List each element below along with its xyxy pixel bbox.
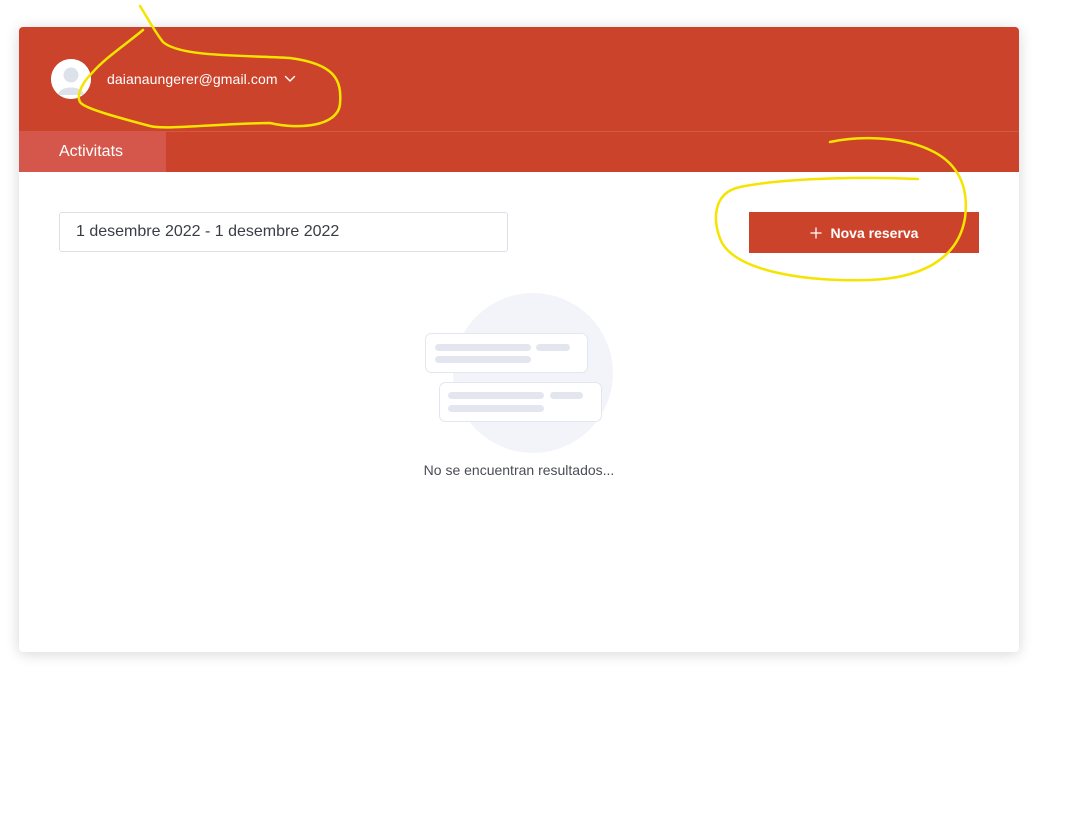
date-range-picker[interactable]: 1 desembre 2022 - 1 desembre 2022 bbox=[59, 212, 508, 252]
user-email: daianaungerer@gmail.com bbox=[107, 71, 278, 87]
new-booking-label: Nova reserva bbox=[830, 224, 919, 241]
tab-activitats[interactable]: Activitats bbox=[19, 132, 166, 172]
tab-bar: Activitats bbox=[19, 131, 1019, 172]
user-avatar-icon bbox=[51, 59, 91, 99]
app-header: daianaungerer@gmail.com Activitats bbox=[19, 27, 1019, 172]
plus-icon bbox=[810, 227, 822, 239]
empty-list-icon bbox=[423, 293, 615, 460]
new-booking-button[interactable]: Nova reserva bbox=[749, 212, 979, 253]
main-card: daianaungerer@gmail.com Activitats 1 des… bbox=[19, 27, 1019, 652]
page: daianaungerer@gmail.com Activitats 1 des… bbox=[0, 0, 1075, 816]
chevron-down-icon[interactable] bbox=[284, 75, 296, 83]
empty-state-message: No se encuentran resultados... bbox=[423, 462, 615, 478]
user-menu[interactable]: daianaungerer@gmail.com bbox=[51, 59, 296, 99]
